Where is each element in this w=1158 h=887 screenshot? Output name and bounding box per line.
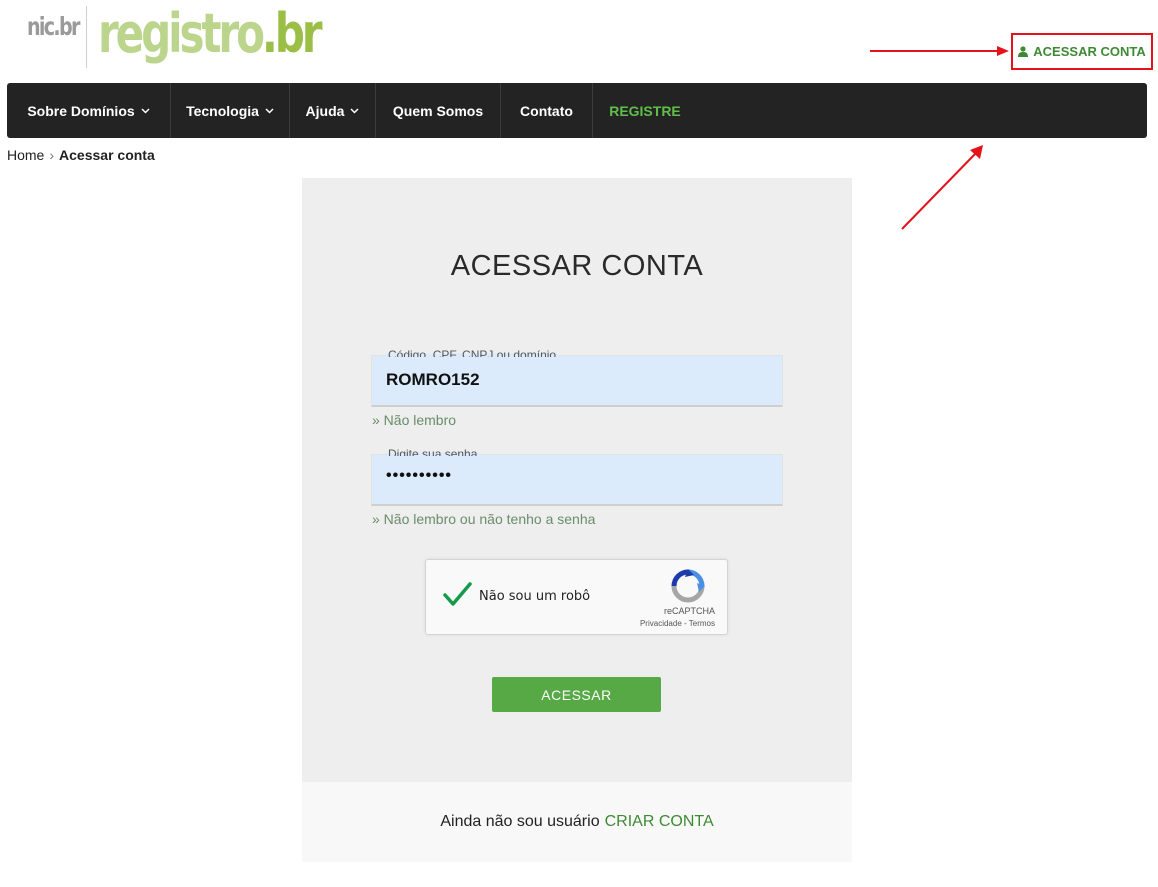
- recaptcha-terms: Privacidade - Termos: [640, 619, 715, 628]
- breadcrumb-home[interactable]: Home: [7, 147, 44, 163]
- chevron-down-icon: [265, 107, 274, 114]
- nav-contato[interactable]: Contato: [501, 83, 593, 138]
- annotation-arrowhead-diagonal: [970, 145, 983, 159]
- nav-contato-label: Contato: [520, 102, 573, 119]
- user-field[interactable]: ROMRO152: [371, 355, 783, 407]
- annotation-arrow-diagonal: [901, 152, 977, 230]
- login-card: ACESSAR CONTA ROMRO152 Código, CPF, CNPJ…: [302, 178, 852, 782]
- create-account-link[interactable]: CRIAR CONTA: [605, 813, 714, 831]
- header-login-label: ACESSAR CONTA: [1033, 44, 1146, 59]
- password-field[interactable]: ••••••••••: [371, 454, 783, 506]
- breadcrumb-current: Acessar conta: [59, 147, 155, 163]
- recaptcha-label: Não sou um robô: [479, 589, 591, 604]
- recaptcha-terms-separator: -: [684, 619, 687, 628]
- chevron-down-icon: [350, 107, 359, 114]
- recaptcha-brand: reCAPTCHA: [663, 606, 715, 616]
- nav-ajuda[interactable]: Ajuda: [290, 83, 376, 138]
- nav-registre-label: REGISTRE: [609, 102, 681, 119]
- nav-registre[interactable]: REGISTRE: [593, 83, 697, 138]
- recaptcha-privacy-link[interactable]: Privacidade: [640, 619, 682, 628]
- nav-quem-somos[interactable]: Quem Somos: [376, 83, 501, 138]
- signup-text: Ainda não sou usuário: [440, 813, 600, 830]
- nav-tecnologia[interactable]: Tecnologia: [171, 83, 290, 138]
- breadcrumb-separator: ›: [49, 147, 55, 163]
- registro-br-logo[interactable]: registro.br: [98, 2, 323, 66]
- nav-quem-somos-label: Quem Somos: [392, 102, 484, 119]
- nav-sobre-dominios[interactable]: Sobre Domínios: [7, 83, 171, 138]
- password-field-label: Digite sua senha: [386, 448, 480, 456]
- nic-br-logo[interactable]: nic.br: [27, 12, 80, 41]
- header-login-link[interactable]: ACESSAR CONTA: [1011, 33, 1153, 70]
- forgot-user-link[interactable]: » Não lembro: [372, 412, 456, 428]
- forgot-password-link[interactable]: » Não lembro ou não tenho a senha: [372, 511, 595, 527]
- recaptcha-logo-icon: [671, 569, 705, 603]
- user-field-label: Código, CPF, CNPJ ou domínio: [386, 349, 559, 357]
- signup-footer: Ainda não sou usuário CRIAR CONTA: [302, 782, 852, 862]
- logo-divider: [86, 6, 87, 68]
- logo-registro-text: registro: [98, 2, 265, 65]
- recaptcha-widget: Não sou um robô reCAPTCHA Privacidade - …: [425, 559, 728, 635]
- logo-tld-text: .br: [261, 2, 323, 65]
- nav-tecnologia-label: Tecnologia: [186, 102, 259, 119]
- annotation-arrowhead-horizontal: [997, 46, 1009, 56]
- main-navbar: Sobre Domínios Tecnologia Ajuda Quem Som…: [7, 83, 1147, 138]
- login-title: ACESSAR CONTA: [450, 250, 704, 282]
- nav-sobre-dominios-label: Sobre Domínios: [27, 102, 135, 119]
- chevron-down-icon: [141, 107, 150, 114]
- nav-ajuda-label: Ajuda: [305, 102, 345, 119]
- user-field-value: ROMRO152: [386, 370, 480, 389]
- recaptcha-terms-link[interactable]: Termos: [689, 619, 715, 628]
- submit-button[interactable]: ACESSAR: [492, 677, 661, 712]
- user-icon: [1018, 46, 1029, 57]
- checkmark-icon[interactable]: [442, 581, 472, 609]
- breadcrumb: Home › Acessar conta: [7, 147, 155, 163]
- password-field-value: ••••••••••: [386, 467, 453, 484]
